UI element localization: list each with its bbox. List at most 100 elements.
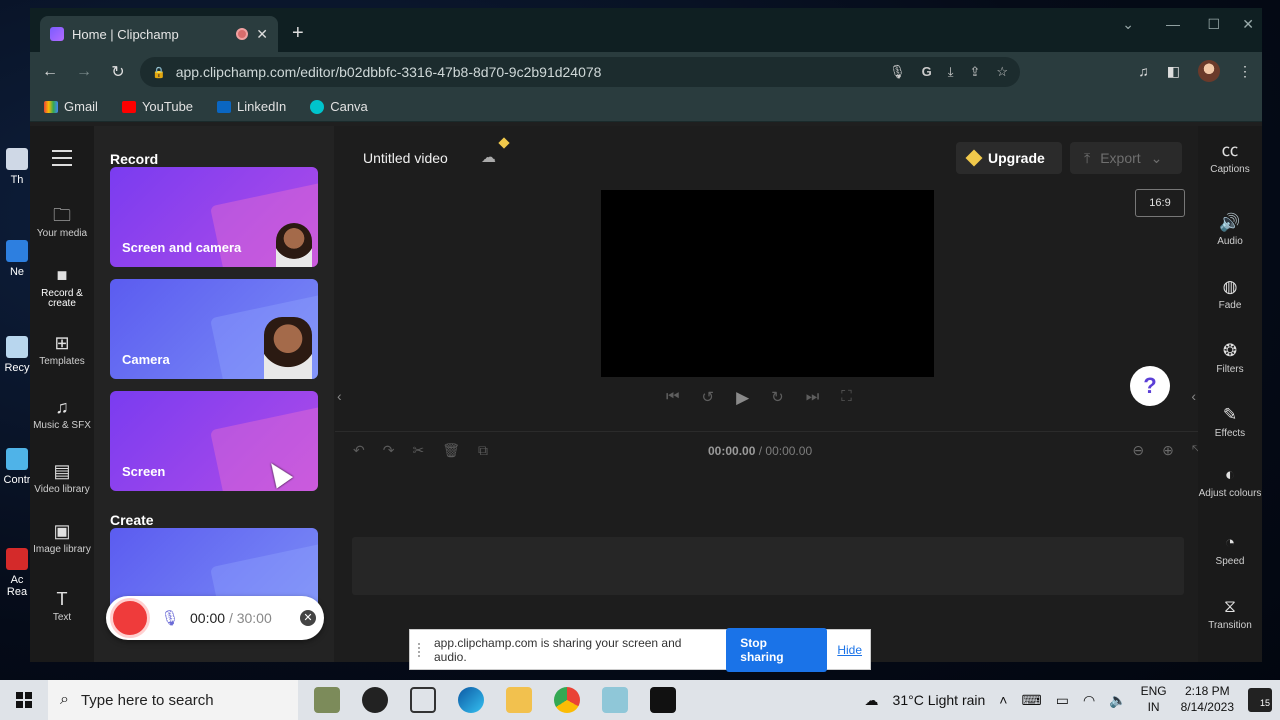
battery-icon[interactable]: ▭ [1056, 692, 1069, 709]
sidebar-item-music-sfx[interactable]: ♫ Music & SFX [30, 398, 94, 431]
delete-icon[interactable]: 🗑 [442, 442, 460, 459]
app-icon[interactable] [602, 687, 628, 713]
timeline-track[interactable] [352, 537, 1184, 595]
card-screen-and-camera[interactable]: Screen and camera [110, 167, 318, 267]
fullscreen-icon[interactable]: ⛶ [841, 388, 852, 408]
split-icon[interactable]: ✂ [412, 442, 424, 459]
edge-icon[interactable] [458, 687, 484, 713]
minimize-button[interactable]: — [1166, 16, 1180, 32]
wifi-icon[interactable]: ◠ [1083, 692, 1095, 709]
collapse-right-panel-icon[interactable]: ‹ [1191, 388, 1196, 404]
headphones-icon[interactable] [362, 687, 388, 713]
side-panel-icon[interactable]: ◧ [1167, 63, 1180, 80]
back-button[interactable]: ← [40, 63, 60, 81]
desktop-icon[interactable]: Ne [0, 240, 34, 278]
google-icon[interactable]: G [922, 64, 932, 80]
tab-close-icon[interactable]: ✕ [256, 26, 268, 43]
sidebar-item-speed[interactable]: ◔ Speed [1198, 534, 1262, 567]
card-camera[interactable]: Camera [110, 279, 318, 379]
duplicate-icon[interactable]: ⧉ [478, 442, 488, 459]
task-view-icon[interactable] [410, 687, 436, 713]
drag-handle-icon[interactable] [418, 642, 424, 657]
reload-button[interactable]: ↻ [108, 62, 128, 82]
install-icon[interactable]: ⤓ [948, 64, 954, 80]
linkedin-icon [217, 100, 232, 113]
sidebar-item-audio[interactable]: 🔊 Audio [1198, 214, 1262, 247]
desktop-icon[interactable]: Ac Rea [0, 548, 34, 598]
acrobat-icon [6, 548, 28, 570]
bookmark-canva[interactable]: Canva [310, 99, 368, 114]
chrome-icon[interactable] [554, 687, 580, 713]
play-icon[interactable]: ▶ [736, 388, 749, 408]
sidebar-item-record-create[interactable]: ■ Record & create [30, 266, 94, 310]
profile-avatar[interactable] [1198, 60, 1220, 82]
undo-icon[interactable]: ↶ [353, 442, 365, 459]
zoom-in-icon[interactable]: ⊕ [1162, 442, 1174, 459]
upgrade-button[interactable]: Upgrade [956, 142, 1062, 174]
terminal-icon[interactable] [650, 687, 676, 713]
cloud-off-icon[interactable]: ☁ [481, 148, 496, 166]
collapse-left-panel-icon[interactable]: ‹ [337, 388, 342, 404]
redo-icon[interactable]: ↷ [383, 442, 395, 459]
volume-icon[interactable]: 🔈 [1109, 692, 1126, 709]
close-recorder-icon[interactable]: ✕ [300, 610, 316, 626]
sidebar-item-your-media[interactable]: 🗀 Your media [30, 206, 94, 239]
star-icon[interactable]: ☆ [996, 64, 1008, 80]
sidebar-item-fade[interactable]: ◍ Fade [1198, 278, 1262, 311]
rewind-icon[interactable]: ↺ [702, 388, 715, 408]
sidebar-item-video-library[interactable]: ▤ Video library [30, 462, 94, 495]
bookmark-gmail[interactable]: Gmail [44, 99, 98, 114]
skip-start-icon[interactable]: ⏮ [666, 388, 680, 408]
forward-button[interactable]: → [74, 63, 94, 81]
sidebar-item-templates[interactable]: ⊞ Templates [30, 334, 94, 367]
new-tab-button[interactable]: + [292, 22, 304, 45]
start-button[interactable] [0, 692, 48, 708]
project-title[interactable]: Untitled video [363, 150, 448, 166]
export-button[interactable]: ⤒ Export ⌄ [1070, 142, 1182, 174]
sidebar-item-text[interactable]: T Text [30, 590, 94, 623]
share-icon[interactable]: ⇪ [969, 64, 980, 80]
url-text: app.clipchamp.com/editor/b02dbbfc-3316-4… [175, 64, 602, 80]
file-explorer-icon[interactable] [506, 687, 532, 713]
desktop-icon[interactable]: Th [0, 148, 34, 186]
stop-sharing-button[interactable]: Stop sharing [726, 627, 828, 672]
sidebar-item-adjust-colours[interactable]: ◐ Adjust colours [1198, 466, 1262, 499]
maximize-button[interactable]: ☐ [1207, 16, 1220, 33]
bookmark-linkedin[interactable]: LinkedIn [217, 99, 286, 114]
video-preview [601, 190, 934, 377]
desktop-icon[interactable]: Recy [0, 336, 34, 374]
help-button[interactable]: ? [1130, 366, 1170, 406]
mic-blocked-icon[interactable]: 🎙 [889, 64, 906, 80]
close-window-button[interactable]: ✕ [1242, 16, 1254, 33]
language-indicator[interactable]: ENG IN [1141, 684, 1167, 715]
game-app-icon[interactable] [314, 687, 340, 713]
weather-text[interactable]: 31°C Light rain [893, 692, 986, 708]
forward-icon[interactable]: ↻ [771, 388, 784, 408]
bookmark-youtube[interactable]: YouTube [121, 99, 193, 114]
record-button[interactable] [110, 598, 150, 638]
more-menu-icon[interactable]: ⋮ [1238, 63, 1252, 80]
sidebar-item-filters[interactable]: ❂ Filters [1198, 342, 1262, 375]
clock[interactable]: 2:18 PM 8/14/2023 [1181, 684, 1234, 715]
chevron-up-icon[interactable]: ˄ [999, 692, 1007, 708]
aspect-ratio-button[interactable]: 16:9 [1135, 189, 1185, 217]
zoom-out-icon[interactable]: ⊖ [1132, 442, 1144, 459]
hide-link[interactable]: Hide [837, 643, 862, 657]
system-tray: ☁ 31°C Light rain ˄ ⌨ ▭ ◠ 🔈 ENG IN 2:18 … [865, 684, 1280, 715]
address-bar[interactable]: 🔒 app.clipchamp.com/editor/b02dbbfc-3316… [140, 57, 1020, 87]
sidebar-item-effects[interactable]: ✎ Effects [1198, 406, 1262, 439]
menu-icon[interactable] [52, 150, 72, 171]
windows-logo-icon [16, 692, 32, 708]
notification-center-icon[interactable]: 15 [1248, 688, 1272, 712]
sidebar-item-image-library[interactable]: ▣ Image library [30, 522, 94, 555]
tab-clipchamp[interactable]: Home | Clipchamp ✕ [40, 16, 278, 52]
sidebar-item-transition[interactable]: ⧖ Transition [1198, 598, 1262, 631]
taskbar-search[interactable]: ⌕ Type here to search [48, 680, 298, 720]
sidebar-item-captions[interactable]: ㏄ Captions [1198, 142, 1262, 175]
network-icon[interactable]: ⌨ [1021, 692, 1041, 709]
chevron-down-icon[interactable]: ⌄ [1122, 16, 1134, 33]
mic-off-icon[interactable]: 🎙 [160, 609, 180, 627]
media-control-icon[interactable]: ♫ [1138, 63, 1149, 79]
desktop-icon[interactable]: Contr [0, 448, 34, 486]
skip-end-icon[interactable]: ⏭ [806, 388, 820, 408]
